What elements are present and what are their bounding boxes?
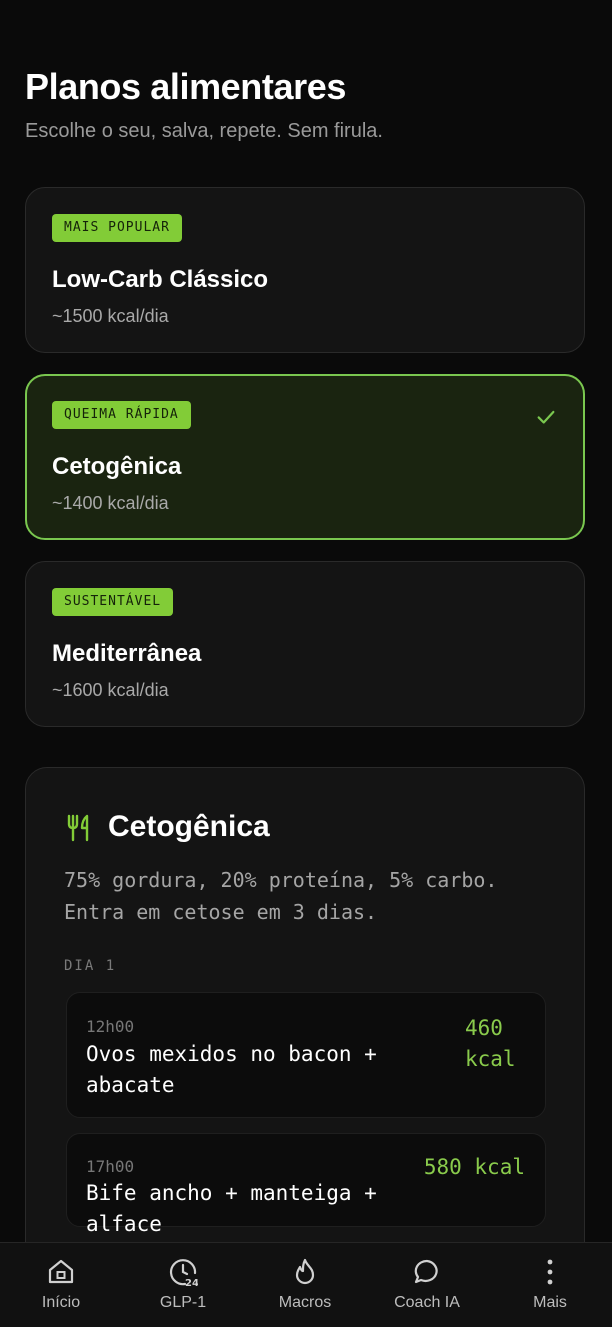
flame-icon xyxy=(295,1258,315,1285)
tab-label: Coach IA xyxy=(394,1294,460,1311)
plan-kcal: ~1600 kcal/dia xyxy=(52,680,169,700)
page-subtitle: Escolhe o seu, salva, repete. Sem firula… xyxy=(25,120,383,142)
plan-name: Mediterrânea xyxy=(52,640,202,667)
meal-time: 12h00 xyxy=(86,1017,135,1036)
tab-label: GLP-1 xyxy=(159,1294,207,1311)
tab-mais[interactable]: Mais xyxy=(489,1243,611,1327)
tab-label: Mais xyxy=(533,1294,567,1311)
plan-badge: QUEIMA RÁPIDA xyxy=(52,401,191,429)
page-title: Planos alimentares xyxy=(25,66,346,107)
tab-macros[interactable]: Macros xyxy=(244,1243,366,1327)
plan-kcal: ~1400 kcal/dia xyxy=(52,493,169,513)
plan-card-low-carb[interactable]: MAIS POPULAR Low-Carb Clássico ~1500 kca… xyxy=(25,187,585,353)
more-vertical-icon xyxy=(547,1259,553,1285)
detail-description: 75% gordura, 20% proteína, 5% carbo. Ent… xyxy=(64,868,498,924)
plan-badge: MAIS POPULAR xyxy=(52,214,182,242)
plan-card-cetogenica[interactable]: QUEIMA RÁPIDA Cetogênica ~1400 kcal/dia xyxy=(25,374,585,540)
meal-time: 17h00 xyxy=(86,1157,135,1176)
plan-kcal: ~1500 kcal/dia xyxy=(52,306,169,326)
chat-bubble-icon xyxy=(414,1259,438,1284)
bottom-tab-bar: Início 24 GLP-1 Macros Coach IA Mais xyxy=(0,1242,612,1327)
home-icon xyxy=(48,1259,74,1284)
plan-name: Cetogênica xyxy=(52,453,182,480)
meal-name: Ovos mexidos no bacon + abacate xyxy=(86,1042,377,1097)
meal-kcal: 460 kcal xyxy=(465,1016,516,1071)
day-label: DIA 1 xyxy=(64,958,117,974)
tab-label: Início xyxy=(41,1294,81,1311)
meal-kcal: 580 kcal xyxy=(423,1155,525,1179)
meal-name: Bife ancho + manteiga + alface xyxy=(86,1181,377,1236)
tab-glp1[interactable]: 24 GLP-1 xyxy=(122,1243,244,1327)
tab-coach-ia[interactable]: Coach IA xyxy=(366,1243,488,1327)
check-icon xyxy=(537,410,555,424)
fork-knife-icon xyxy=(67,814,89,842)
svg-text:24: 24 xyxy=(185,1278,198,1287)
plan-badge: SUSTENTÁVEL xyxy=(52,588,174,616)
meal-card[interactable]: 17h00 Bife ancho + manteiga + alface 580… xyxy=(66,1133,546,1236)
tab-label: Macros xyxy=(278,1294,332,1311)
clock-24-icon: 24 xyxy=(169,1259,198,1287)
plan-card-mediterranea[interactable]: SUSTENTÁVEL Mediterrânea ~1600 kcal/dia xyxy=(25,561,585,727)
tab-inicio[interactable]: Início xyxy=(0,1243,122,1327)
detail-title: Cetogênica xyxy=(108,810,270,843)
meal-card[interactable]: 12h00 Ovos mexidos no bacon + abacate 46… xyxy=(66,992,546,1118)
plan-name: Low-Carb Clássico xyxy=(52,266,269,293)
plan-detail-card: Cetogênica 75% gordura, 20% proteína, 5%… xyxy=(25,767,585,1287)
